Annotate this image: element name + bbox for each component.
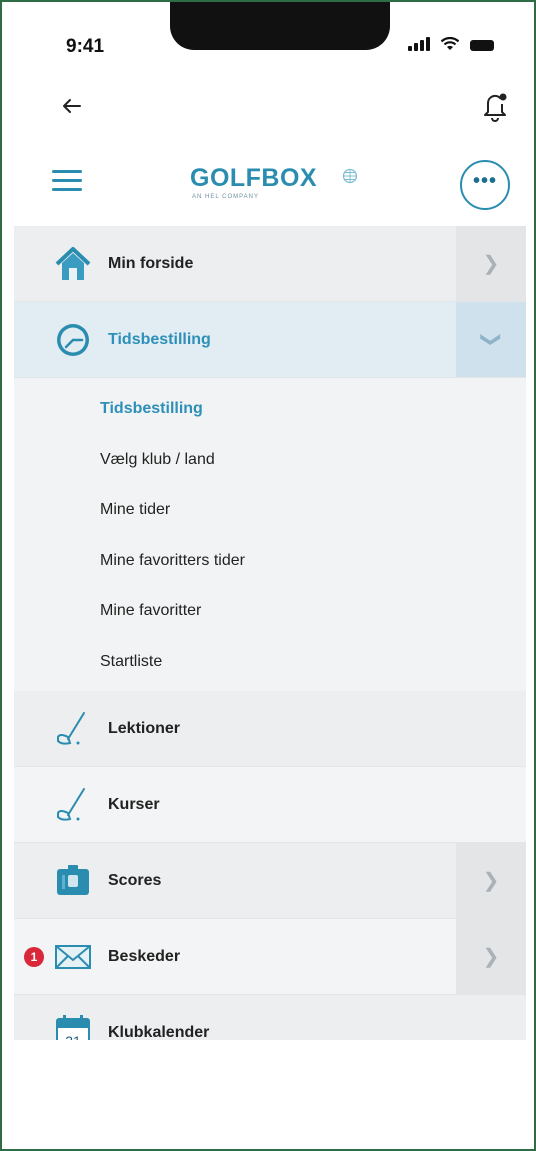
scorecard-icon xyxy=(57,865,89,895)
tidsbestilling-submenu: Tidsbestilling Vælg klub / land Mine tid… xyxy=(14,378,526,691)
submenu-item-vaelg-klub[interactable]: Vælg klub / land xyxy=(14,435,526,486)
submenu-item-startliste[interactable]: Startliste xyxy=(14,637,526,688)
menu-item-kurser[interactable]: Kurser xyxy=(14,767,526,843)
golf-club-icon xyxy=(57,788,85,821)
menu-item-scores[interactable]: Scores ❯ xyxy=(14,843,526,919)
more-icon[interactable]: ••• xyxy=(460,160,510,210)
menu-label-tidsbestilling: Tidsbestilling xyxy=(108,330,211,348)
golf-club-icon xyxy=(57,712,85,745)
menu-label-scores: Scores xyxy=(108,871,162,889)
hamburger-icon[interactable] xyxy=(52,170,82,192)
chevron-down-icon: ❯ xyxy=(479,331,502,348)
submenu-item-tidsbestilling[interactable]: Tidsbestilling xyxy=(14,384,526,435)
logo-text: GOLFBOX xyxy=(190,164,318,192)
menu-item-min-forside[interactable]: Min forside ❯ xyxy=(14,226,526,302)
menu-label-min-forside: Min forside xyxy=(108,254,194,272)
expand-beskeder[interactable]: ❯ xyxy=(456,919,526,994)
menu-item-lektioner[interactable]: Lektioner xyxy=(14,691,526,767)
menu-label-klubkalender: Klubkalender xyxy=(108,1023,210,1041)
chevron-right-icon: ❯ xyxy=(482,870,500,892)
notification-badge: 1 xyxy=(24,947,44,967)
cellular-signal-icon xyxy=(408,37,430,51)
clock-icon xyxy=(57,324,89,356)
status-bar: 9:41 xyxy=(2,2,534,72)
main-menu: Min forside ❯ Tidsbestilling ❯ Tidsbesti… xyxy=(14,226,526,1071)
empty-bottom-area xyxy=(2,1040,534,1149)
menu-label-lektioner: Lektioner xyxy=(108,719,181,737)
chevron-right-icon: ❯ xyxy=(482,253,500,275)
submenu-item-mine-favoritter[interactable]: Mine favoritter xyxy=(14,586,526,637)
menu-label-kurser: Kurser xyxy=(108,795,160,813)
collapse-tidsbestilling[interactable]: ❯ xyxy=(456,302,526,377)
status-icons xyxy=(408,37,494,51)
menu-item-beskeder[interactable]: 1 Beskeder ❯ xyxy=(14,919,526,995)
submenu-item-mine-favoritters-tider[interactable]: Mine favoritters tider xyxy=(14,536,526,587)
device-notch xyxy=(170,2,390,50)
expand-scores[interactable]: ❯ xyxy=(456,843,526,918)
status-time: 9:41 xyxy=(66,36,105,57)
expand-min-forside[interactable]: ❯ xyxy=(456,226,526,301)
mail-icon xyxy=(55,945,91,969)
globe-icon xyxy=(342,168,358,184)
phone-frame: 9:41 GOLFBOX AN HEL COMPANY ••• Min fors… xyxy=(0,0,536,1151)
home-icon xyxy=(55,247,91,280)
menu-item-tidsbestilling[interactable]: Tidsbestilling ❯ xyxy=(14,302,526,378)
logo-subtitle: AN HEL COMPANY xyxy=(192,194,260,200)
back-arrow-icon[interactable] xyxy=(60,94,90,124)
wifi-icon xyxy=(440,37,460,50)
menu-label-beskeder: Beskeder xyxy=(108,947,181,965)
battery-icon xyxy=(470,40,494,51)
app-header: GOLFBOX AN HEL COMPANY ••• xyxy=(2,142,534,222)
submenu-item-mine-tider[interactable]: Mine tider xyxy=(14,485,526,536)
chevron-right-icon: ❯ xyxy=(482,946,500,968)
bell-icon[interactable] xyxy=(480,88,510,122)
golfbox-logo: GOLFBOX AN HEL COMPANY xyxy=(190,164,380,204)
